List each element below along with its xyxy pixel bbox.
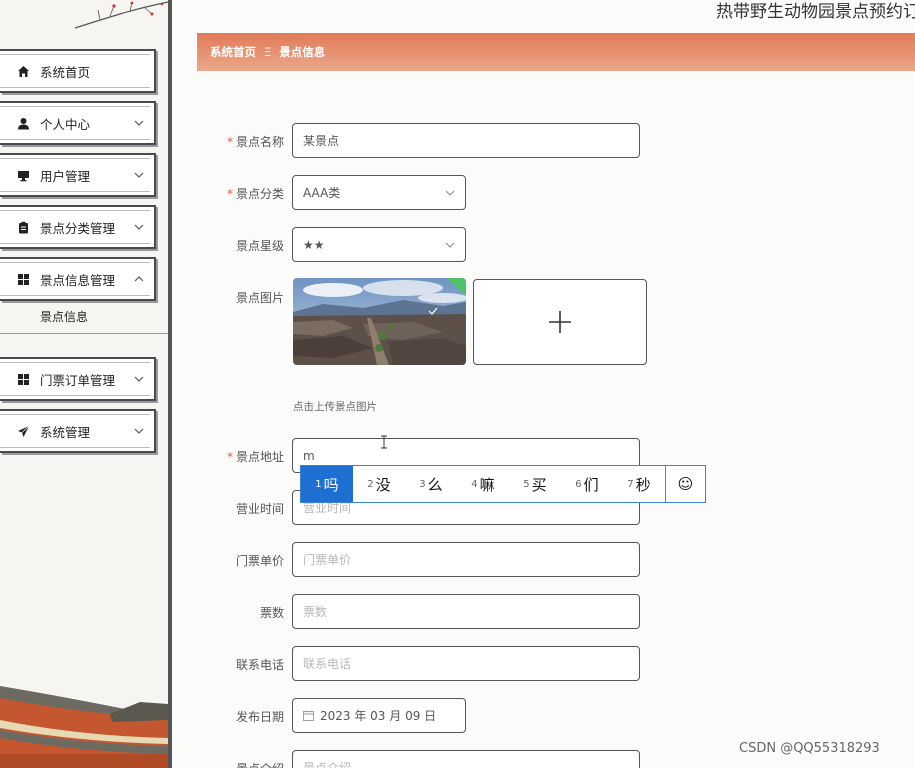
- home-icon: [16, 64, 30, 78]
- grid-icon: [16, 272, 30, 286]
- sidebar-item-label: 门票订单管理: [40, 372, 116, 388]
- intro-label: 景点介绍: [194, 760, 284, 768]
- name-input[interactable]: 某景点: [292, 123, 640, 158]
- sidebar-item-label: 景点分类管理: [40, 220, 116, 236]
- chevron-down-icon: [445, 242, 455, 248]
- add-image-button[interactable]: [473, 279, 647, 365]
- clipboard-icon: [16, 220, 30, 234]
- town-photo: [293, 278, 466, 365]
- breadcrumb-home[interactable]: 系统首页: [210, 44, 256, 60]
- branch-decoration: [74, 1, 168, 29]
- sidebar-item-personal-center[interactable]: 个人中心: [0, 101, 156, 145]
- sidebar-item-home[interactable]: 系统首页: [0, 49, 156, 93]
- chevron-down-icon: [134, 120, 144, 126]
- chevron-down-icon: [134, 172, 144, 178]
- calendar-icon: [303, 710, 314, 721]
- sidebar-divider: [168, 0, 172, 768]
- category-select-value: AAA类: [303, 186, 341, 200]
- hours-label: 营业时间: [235, 502, 284, 516]
- tickets-input[interactable]: 票数: [292, 594, 640, 629]
- ime-candidate-5[interactable]: 5买: [509, 466, 561, 502]
- image-label: 景点图片: [235, 291, 284, 305]
- grid-icon: [16, 372, 30, 386]
- required-mark: *: [226, 187, 233, 201]
- tickets-label: 票数: [259, 606, 284, 620]
- phone-input[interactable]: 联系电话: [292, 646, 640, 681]
- price-label: 门票单价: [235, 554, 284, 568]
- name-label: * 景点名称: [226, 135, 284, 149]
- breadcrumb-current: 景点信息: [279, 45, 326, 59]
- date-label: 发布日期: [235, 710, 284, 724]
- palace-roof-decoration: [0, 680, 168, 768]
- sidebar-item-scenic-info-management[interactable]: 景点信息管理: [0, 257, 156, 301]
- text-cursor-icon: [381, 435, 387, 449]
- submenu-item-scenic-info[interactable]: 景点信息: [40, 308, 88, 325]
- rating-select[interactable]: ★★: [292, 227, 466, 262]
- sidebar-item-system-management[interactable]: 系统管理: [0, 409, 156, 453]
- plus-icon: [549, 311, 571, 333]
- intro-input[interactable]: 景点介绍: [292, 750, 640, 768]
- chevron-down-icon: [134, 224, 144, 230]
- chevron-down-icon: [134, 428, 144, 434]
- sidebar-item-label: 个人中心: [40, 116, 91, 132]
- send-icon: [16, 424, 30, 438]
- ime-candidate-bar: 1吗 2没 3么 4嘛 5买 6们 7秒 ☺: [300, 465, 706, 503]
- watermark: CSDN @QQ55318293: [739, 741, 880, 756]
- uploaded-image-thumbnail[interactable]: [293, 278, 466, 365]
- sidebar-item-label: 用户管理: [40, 168, 91, 184]
- sidebar-item-ticket-orders[interactable]: 门票订单管理: [0, 357, 156, 401]
- ime-candidate-6[interactable]: 6们: [561, 466, 613, 502]
- chevron-down-icon: [445, 190, 455, 196]
- submenu-divider: [0, 333, 168, 334]
- ime-candidate-7[interactable]: 7秒: [613, 466, 665, 502]
- rating-label: 景点星级: [235, 239, 284, 253]
- sidebar-item-label: 系统管理: [40, 424, 91, 440]
- sidebar-item-label: 系统首页: [40, 64, 91, 80]
- ime-candidate-4[interactable]: 4嘛: [457, 466, 509, 502]
- emoji-icon[interactable]: ☺: [665, 466, 705, 502]
- sidebar-item-category-management[interactable]: 景点分类管理: [0, 205, 156, 249]
- ime-candidate-3[interactable]: 3么: [405, 466, 457, 502]
- address-label: * 景点地址: [226, 450, 284, 464]
- category-label: * 景点分类: [226, 187, 284, 201]
- ime-candidate-1[interactable]: 1吗: [301, 466, 353, 502]
- required-mark: *: [226, 135, 233, 149]
- phone-label: 联系电话: [235, 658, 284, 672]
- breadcrumb-separator: Ξ: [264, 45, 272, 59]
- upload-hint: 点击上传景点图片: [293, 401, 377, 413]
- date-picker[interactable]: 2023 年 03 月 09 日: [292, 698, 466, 733]
- sidebar-item-user-management[interactable]: 用户管理: [0, 153, 156, 197]
- rating-select-value: ★★: [303, 237, 325, 252]
- price-input[interactable]: 门票单价: [292, 542, 640, 577]
- date-value: 2023 年 03 月 09 日: [320, 709, 437, 723]
- person-icon: [16, 116, 30, 130]
- site-title: 热带野生动物园景点预约订: [716, 2, 915, 22]
- chevron-up-icon: [134, 276, 144, 282]
- required-mark: *: [226, 450, 233, 464]
- sidebar: 系统首页 个人中心 用户管理 景点分类管理 景点信息管理 景点信息 门票订单管理…: [0, 0, 168, 768]
- ime-candidate-2[interactable]: 2没: [353, 466, 405, 502]
- monitor-icon: [16, 168, 30, 182]
- category-select[interactable]: AAA类: [292, 175, 466, 210]
- breadcrumb: 系统首页 Ξ 景点信息: [197, 33, 915, 71]
- sidebar-item-label: 景点信息管理: [40, 272, 116, 288]
- chevron-down-icon: [134, 376, 144, 382]
